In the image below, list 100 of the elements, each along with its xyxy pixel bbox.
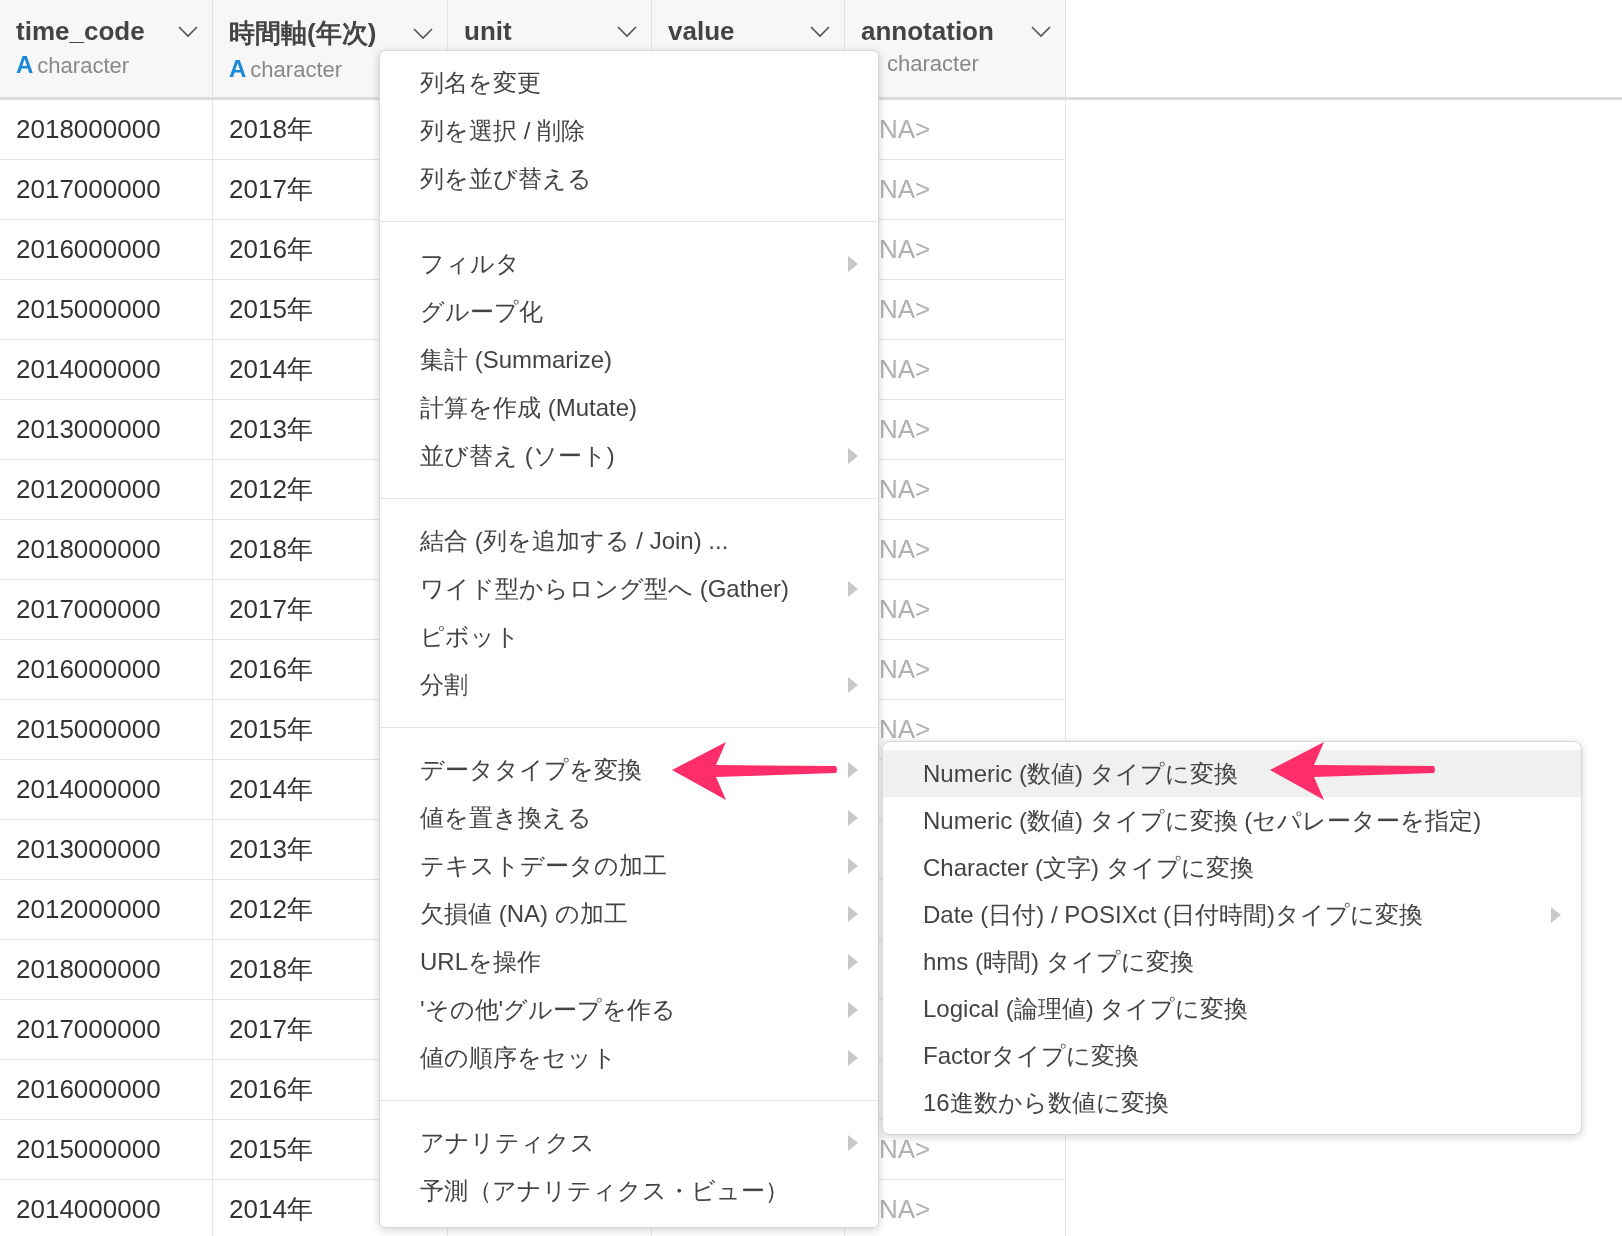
table-cell-text: 2014年 — [229, 353, 313, 386]
menu-item[interactable]: ワイド型からロング型へ (Gather) — [380, 565, 878, 613]
menu-item[interactable]: 値を置き換える — [380, 794, 878, 842]
table-cell: 2016000000 — [16, 234, 161, 265]
table-cell: NA> — [879, 714, 931, 745]
table-cell: 2013000000 — [16, 414, 161, 445]
menu-item[interactable]: テキストデータの加工 — [380, 842, 878, 890]
table-cell-text: 2012年 — [229, 473, 313, 506]
menu-item[interactable]: 列名を変更 — [380, 59, 878, 107]
table-cell: 2016000000 — [16, 654, 161, 685]
table-cell: NA> — [879, 234, 931, 265]
column-type: character — [250, 57, 343, 83]
table-cell-text: 2012年 — [229, 893, 313, 926]
table-cell: NA> — [879, 414, 931, 445]
table-cell: 2016000000 — [16, 1074, 161, 1105]
table-cell-text: 2015年 — [229, 713, 313, 746]
table-cell: NA> — [879, 654, 931, 685]
submenu-caret-icon — [848, 448, 858, 464]
table-cell: NA> — [879, 534, 931, 565]
table-cell: 2017000000 — [16, 594, 161, 625]
table-cell-text: 2018年 — [229, 113, 313, 146]
chevron-down-icon[interactable] — [617, 25, 637, 38]
menu-item[interactable]: 結合 (列を追加する / Join) ... — [380, 517, 878, 565]
table-cell: 2018000000 — [16, 954, 161, 985]
submenu-caret-icon — [848, 1002, 858, 1018]
menu-item[interactable]: Logical (論理値) タイプに変換 — [883, 985, 1581, 1032]
submenu-caret-icon — [848, 810, 858, 826]
menu-item[interactable]: Numeric (数値) タイプに変換 — [883, 750, 1581, 797]
menu-item[interactable]: Character (文字) タイプに変換 — [883, 844, 1581, 891]
table-cell: 2015000000 — [16, 294, 161, 325]
submenu-caret-icon — [848, 1135, 858, 1151]
menu-item[interactable]: 並び替え (ソート) — [380, 432, 878, 480]
table-cell: NA> — [879, 594, 931, 625]
table-cell: 2017000000 — [16, 1014, 161, 1045]
chevron-down-icon[interactable] — [810, 25, 830, 38]
table-cell: NA> — [879, 294, 931, 325]
table-cell-text: 2018年 — [229, 533, 313, 566]
table-cell: 2014000000 — [16, 774, 161, 805]
menu-item[interactable]: 欠損値 (NA) の加工 — [380, 890, 878, 938]
menu-item[interactable]: 16進数から数値に変換 — [883, 1079, 1581, 1126]
submenu-caret-icon — [848, 954, 858, 970]
submenu-caret-icon — [848, 858, 858, 874]
menu-item[interactable]: 列を選択 / 削除 — [380, 107, 878, 155]
table-cell-text: 2015年 — [229, 1133, 313, 1166]
chevron-down-icon[interactable] — [1031, 25, 1051, 38]
table-cell-text: 2018年 — [229, 953, 313, 986]
table-cell: NA> — [879, 1134, 931, 1165]
table-cell: NA> — [879, 114, 931, 145]
menu-item[interactable]: グループ化 — [380, 288, 878, 336]
table-cell: NA> — [879, 474, 931, 505]
table-cell-text: 2016年 — [229, 653, 313, 686]
type-icon: A — [229, 55, 247, 83]
table-cell: NA> — [879, 1194, 931, 1225]
menu-item[interactable]: アナリティクス — [380, 1119, 878, 1167]
menu-item[interactable]: hms (時間) タイプに変換 — [883, 938, 1581, 985]
menu-item[interactable]: 集計 (Summarize) — [380, 336, 878, 384]
chevron-down-icon[interactable] — [413, 27, 433, 40]
menu-item[interactable]: ピボット — [380, 613, 878, 661]
table-cell: 2018000000 — [16, 534, 161, 565]
submenu-caret-icon — [848, 1050, 858, 1066]
submenu-caret-icon — [848, 677, 858, 693]
column-header[interactable]: unit — [464, 16, 512, 47]
menu-item[interactable]: 分割 — [380, 661, 878, 709]
column-header[interactable]: value — [668, 16, 735, 47]
table-cell: 2018000000 — [16, 114, 161, 145]
table-cell: 2015000000 — [16, 714, 161, 745]
table-cell: NA> — [879, 354, 931, 385]
table-cell-text: 2017年 — [229, 1013, 313, 1046]
chevron-down-icon[interactable] — [178, 25, 198, 38]
column-header[interactable]: annotation — [861, 16, 994, 47]
table-cell: 2014000000 — [16, 1194, 161, 1225]
menu-item[interactable]: フィルタ — [380, 240, 878, 288]
menu-item[interactable]: 値の順序をセット — [380, 1034, 878, 1082]
menu-item[interactable]: 列を並び替える — [380, 155, 878, 203]
table-cell-text: 2013年 — [229, 833, 313, 866]
table-cell-text: 2014年 — [229, 1193, 313, 1226]
submenu-caret-icon — [848, 256, 858, 272]
menu-item[interactable]: Date (日付) / POSIXct (日付時間)タイプに変換 — [883, 891, 1581, 938]
menu-item[interactable]: Numeric (数値) タイプに変換 (セパレーターを指定) — [883, 797, 1581, 844]
menu-item[interactable]: URLを操作 — [380, 938, 878, 986]
table-cell: 2013000000 — [16, 834, 161, 865]
table-cell-text: 2015年 — [229, 293, 313, 326]
column-header[interactable]: time_code — [16, 16, 145, 47]
submenu-caret-icon — [1551, 907, 1561, 923]
menu-item[interactable]: 計算を作成 (Mutate) — [380, 384, 878, 432]
column-header[interactable]: 時間軸(年次) — [229, 16, 377, 51]
table-cell: 2015000000 — [16, 1134, 161, 1165]
menu-item[interactable]: データタイプを変換 — [380, 746, 878, 794]
menu-item[interactable]: Factorタイプに変換 — [883, 1032, 1581, 1079]
table-cell: NA> — [879, 174, 931, 205]
column-type: character — [37, 53, 130, 79]
table-cell-text: 2016年 — [229, 1073, 313, 1106]
table-cell-text: 2016年 — [229, 233, 313, 266]
menu-item[interactable]: 'その他'グループを作る — [380, 986, 878, 1034]
table-cell-text: 2017年 — [229, 593, 313, 626]
table-cell-text: 2013年 — [229, 413, 313, 446]
table-cell-text: 2017年 — [229, 173, 313, 206]
table-cell: 2012000000 — [16, 474, 161, 505]
table-cell: 2017000000 — [16, 174, 161, 205]
menu-item[interactable]: 予測（アナリティクス・ビュー） — [380, 1167, 878, 1215]
